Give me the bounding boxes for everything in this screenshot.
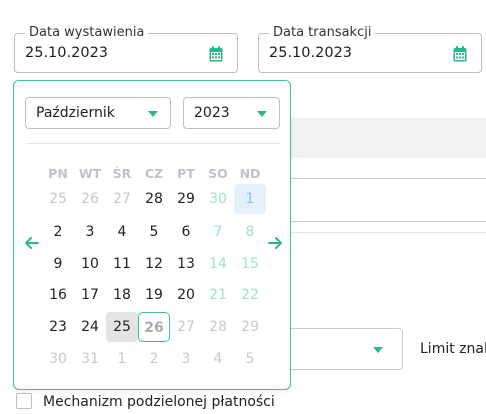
calendar-day[interactable]: 7 xyxy=(202,217,234,247)
calendar-day[interactable]: 26 xyxy=(74,184,106,214)
issue-date-field[interactable]: Data wystawienia 25.10.2023 xyxy=(14,25,238,73)
calendar-day-hovered[interactable]: 26 xyxy=(138,312,170,342)
transaction-date-label: Data transakcji xyxy=(269,25,376,41)
weekday-label: PT xyxy=(177,166,195,181)
issue-date-value[interactable]: 25.10.2023 xyxy=(25,45,108,61)
weekday-label: CZ xyxy=(144,166,164,181)
calendar-day[interactable]: 27 xyxy=(170,312,202,342)
calendar-day[interactable]: 25 xyxy=(42,184,74,214)
calendar-day[interactable]: 30 xyxy=(202,184,234,214)
month-select[interactable]: Październik xyxy=(25,97,171,129)
calendar-day-today[interactable]: 1 xyxy=(234,184,266,214)
issue-date-label: Data wystawienia xyxy=(25,25,149,41)
calendar-day[interactable]: 1 xyxy=(106,344,138,374)
transaction-date-field[interactable]: Data transakcji 25.10.2023 xyxy=(258,25,482,73)
weekday-label: ND xyxy=(239,166,261,181)
calendar-day[interactable]: 27 xyxy=(106,184,138,214)
calendar-day[interactable]: 14 xyxy=(202,249,234,279)
month-select-value: Październik xyxy=(36,105,115,121)
calendar-day[interactable]: 16 xyxy=(42,280,74,310)
limit-label: Limit znal xyxy=(420,341,486,357)
calendar-day[interactable]: 28 xyxy=(138,184,170,214)
calendar-day[interactable]: 2 xyxy=(42,217,74,247)
calendar-day[interactable]: 2 xyxy=(138,344,170,374)
calendar-day[interactable]: 11 xyxy=(106,249,138,279)
chevron-down-icon xyxy=(373,347,383,353)
calendar-day[interactable]: 17 xyxy=(74,280,106,310)
picker-divider xyxy=(26,143,280,144)
calendar-day[interactable]: 19 xyxy=(138,280,170,310)
chevron-down-icon xyxy=(257,111,267,117)
split-payment-label: Mechanizm podzielonej płatności xyxy=(43,394,275,410)
year-select[interactable]: 2023 xyxy=(183,97,280,129)
calendar-day[interactable]: 24 xyxy=(74,312,106,342)
split-payment-checkbox[interactable] xyxy=(16,393,32,409)
calendar-day[interactable]: 23 xyxy=(42,312,74,342)
year-select-value: 2023 xyxy=(194,105,230,121)
calendar-day[interactable]: 6 xyxy=(170,217,202,247)
calendar-icon[interactable] xyxy=(209,46,223,62)
chevron-down-icon xyxy=(148,111,158,117)
calendar-icon[interactable] xyxy=(453,46,467,62)
calendar-day[interactable]: 29 xyxy=(234,312,266,342)
weekday-label: PN xyxy=(48,166,68,181)
calendar-day[interactable]: 4 xyxy=(202,344,234,374)
calendar-day[interactable]: 5 xyxy=(234,344,266,374)
calendar-day[interactable]: 4 xyxy=(106,217,138,247)
calendar-day[interactable]: 31 xyxy=(74,344,106,374)
calendar-day[interactable]: 12 xyxy=(138,249,170,279)
calendar-day[interactable]: 20 xyxy=(170,280,202,310)
calendar-day[interactable]: 29 xyxy=(170,184,202,214)
calendar-day[interactable]: 9 xyxy=(42,249,74,279)
calendar-day[interactable]: 30 xyxy=(42,344,74,374)
calendar-day[interactable]: 15 xyxy=(234,249,266,279)
transaction-date-value[interactable]: 25.10.2023 xyxy=(269,45,352,61)
weekday-label: ŚR xyxy=(112,166,132,181)
calendar-day[interactable]: 13 xyxy=(170,249,202,279)
calendar-day[interactable]: 22 xyxy=(234,280,266,310)
arrow-left-icon[interactable] xyxy=(23,234,41,252)
arrow-right-icon[interactable] xyxy=(266,234,284,252)
weekday-label: WT xyxy=(78,166,102,181)
calendar-day[interactable]: 5 xyxy=(138,217,170,247)
form-section-bar xyxy=(285,118,486,158)
calendar-day[interactable]: 8 xyxy=(234,217,266,247)
calendar-day[interactable]: 10 xyxy=(74,249,106,279)
datepicker-popup: Październik 2023 PN WT ŚR CZ PT SO ND 25… xyxy=(13,80,291,390)
calendar-day-selected[interactable]: 25 xyxy=(106,312,138,342)
weekday-label: SO xyxy=(208,166,228,181)
calendar-day[interactable]: 18 xyxy=(106,280,138,310)
calendar-day[interactable]: 28 xyxy=(202,312,234,342)
calendar-day[interactable]: 3 xyxy=(170,344,202,374)
calendar-day[interactable]: 21 xyxy=(202,280,234,310)
calendar-day[interactable]: 3 xyxy=(74,217,106,247)
section-divider xyxy=(290,232,486,233)
